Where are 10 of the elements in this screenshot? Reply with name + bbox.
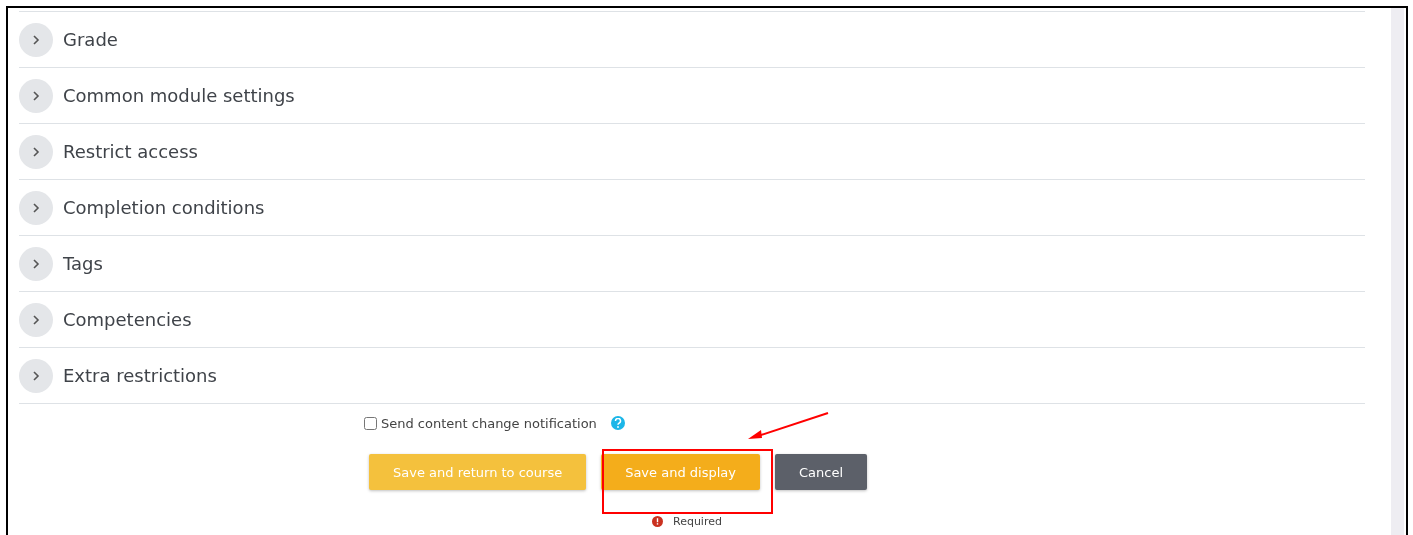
section-title[interactable]: Competencies [63, 309, 192, 330]
section-title[interactable]: Common module settings [63, 85, 295, 106]
cancel-button[interactable]: Cancel [774, 454, 867, 490]
section-title[interactable]: Extra restrictions [63, 365, 217, 386]
section-title[interactable]: Grade [63, 29, 118, 50]
required-note: Required [673, 515, 722, 528]
checkbox-label: Send content change notification [381, 415, 597, 431]
section-title[interactable]: Completion conditions [63, 197, 265, 218]
section-title[interactable]: Tags [63, 253, 103, 274]
section-title[interactable]: Restrict access [63, 141, 198, 162]
